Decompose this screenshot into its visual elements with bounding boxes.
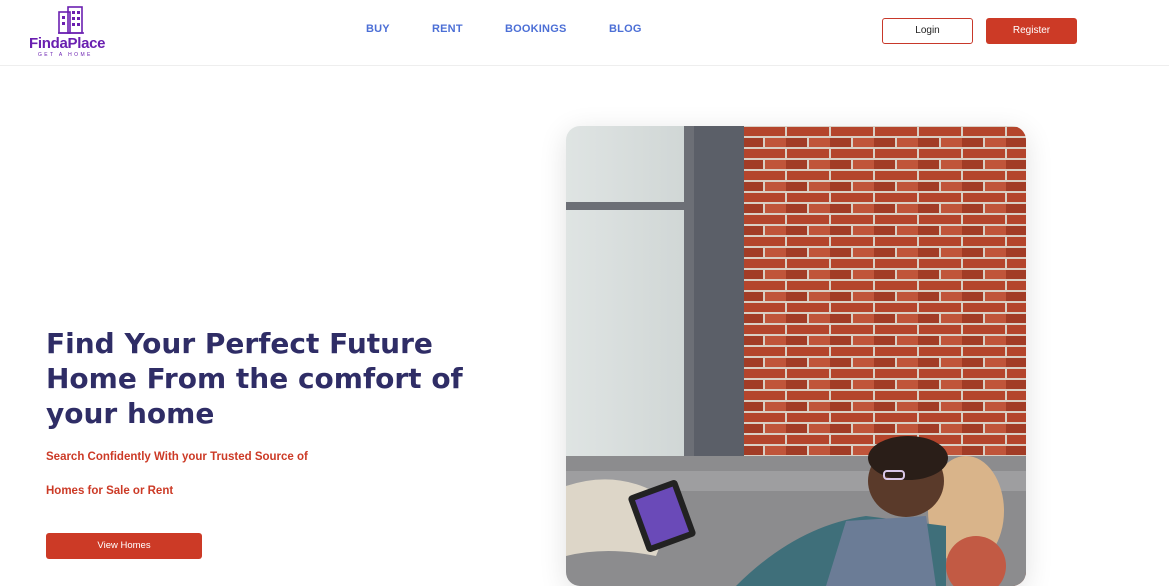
register-button[interactable]: Register	[986, 18, 1077, 44]
nav-item-rent[interactable]: RENT	[432, 23, 463, 35]
nav-item-bookings[interactable]: BOOKINGS	[505, 23, 567, 35]
hero-title: Find Your Perfect Future Home From the c…	[46, 327, 463, 430]
hero-image	[566, 126, 1026, 586]
site-header: FindaPlace GET A HOME BUY RENT BOOKINGS …	[0, 0, 1169, 66]
building-icon	[58, 6, 84, 34]
brand-logo[interactable]: FindaPlace GET A HOME	[29, 6, 119, 58]
hero-subtitle-line-2: Homes for Sale or Rent	[46, 485, 174, 497]
nav-item-blog[interactable]: BLOG	[609, 23, 642, 35]
nav-item-buy[interactable]: BUY	[366, 23, 390, 35]
brand-tagline: GET A HOME	[38, 52, 93, 58]
view-homes-button[interactable]: View Homes	[46, 533, 202, 559]
brand-name: FindaPlace	[29, 35, 106, 52]
hero-subtitle-line-1: Search Confidently With your Trusted Sou…	[46, 451, 308, 463]
login-button[interactable]: Login	[882, 18, 973, 44]
